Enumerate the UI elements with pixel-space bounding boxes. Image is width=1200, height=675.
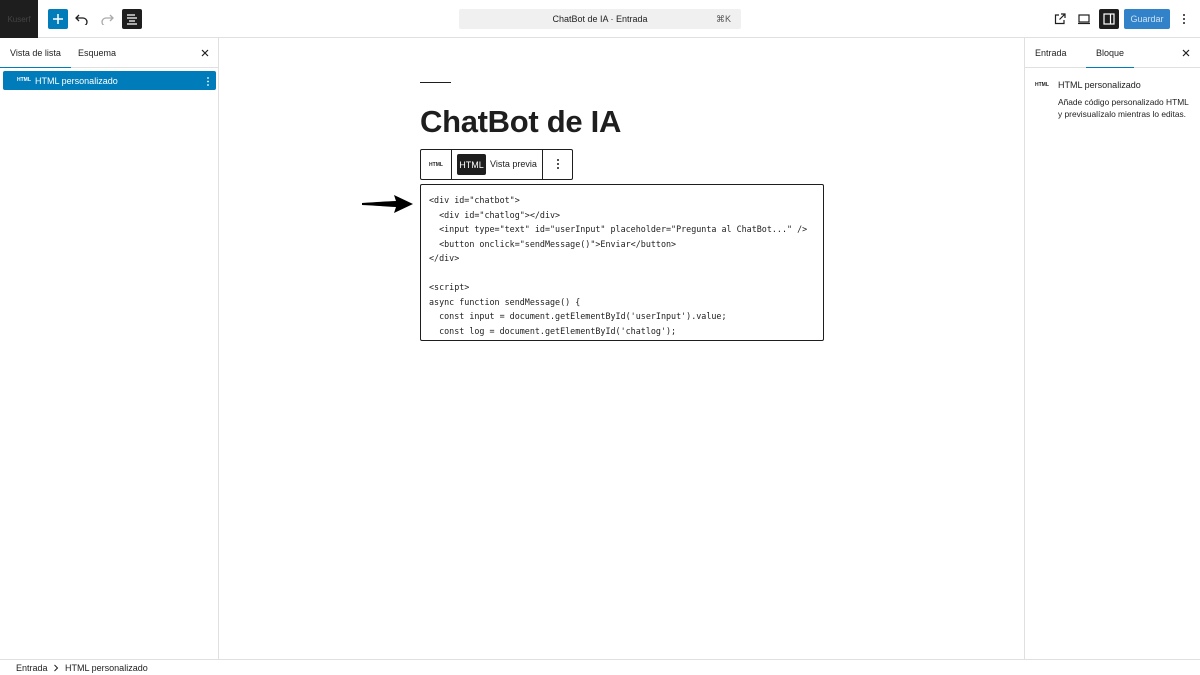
add-block-button[interactable]	[48, 9, 68, 29]
site-logo-text: Kuserf	[7, 14, 31, 24]
preview-mode-button[interactable]: Vista previa	[490, 159, 537, 169]
more-vertical-icon	[207, 77, 209, 86]
code-line: <script>	[429, 282, 470, 292]
html-block-icon: HTML	[17, 77, 31, 83]
breadcrumb-item-block[interactable]: HTML personalizado	[65, 663, 148, 673]
more-vertical-icon	[1183, 14, 1185, 24]
breadcrumb: Entrada HTML personalizado	[0, 659, 1200, 675]
code-line: <button onclick="sendMessage()">Enviar</…	[429, 239, 677, 249]
title-separator	[420, 82, 451, 83]
sidebar-icon	[1103, 13, 1115, 25]
desktop-icon	[1078, 14, 1090, 25]
save-button[interactable]: Guardar	[1124, 9, 1170, 29]
list-item-label: HTML personalizado	[35, 76, 118, 86]
external-link-icon	[1054, 13, 1066, 25]
tab-block[interactable]: Bloque	[1086, 38, 1135, 68]
html-code-editor[interactable]: <div id="chatbot"> <div id="chatlog"></d…	[420, 184, 824, 341]
command-palette-button[interactable]: ChatBot de IA · Entrada ⌘K	[459, 9, 741, 29]
list-item-options-button[interactable]	[206, 75, 210, 86]
block-card-description: Añade código personalizado HTML y previs…	[1058, 97, 1189, 119]
site-logo-button[interactable]: Kuserf	[0, 0, 38, 38]
more-vertical-icon	[557, 159, 559, 169]
view-post-button[interactable]	[1050, 9, 1070, 29]
arrow-pointer-icon	[362, 195, 413, 213]
close-sidebar-button[interactable]	[1179, 46, 1193, 60]
top-toolbar: Kuserf ChatBot de IA · Entrada ⌘K Guarda…	[0, 0, 1200, 38]
device-preview-button[interactable]	[1074, 9, 1094, 29]
code-line: </div>	[429, 253, 460, 263]
tab-post[interactable]: Entrada	[1035, 38, 1067, 68]
code-line: async function sendMessage() {	[429, 297, 581, 307]
close-overview-button[interactable]	[198, 46, 212, 60]
block-type-button[interactable]: HTML	[421, 150, 452, 179]
plus-icon	[53, 14, 63, 24]
block-options-button[interactable]	[552, 157, 564, 171]
list-view-icon	[127, 14, 137, 25]
settings-sidebar-button[interactable]	[1099, 9, 1119, 29]
settings-sidebar: Entrada Bloque HTML HTML personalizado A…	[1024, 38, 1200, 659]
tab-outline[interactable]: Esquema	[78, 38, 116, 68]
block-card-title: HTML personalizado	[1058, 80, 1141, 90]
html-mode-button[interactable]: HTML	[457, 154, 486, 175]
close-icon	[201, 49, 209, 57]
document-overview-panel: Vista de lista Esquema HTML HTML persona…	[0, 38, 219, 659]
code-line: <div id="chatbot">	[429, 195, 520, 205]
sidebar-tabs: Entrada Bloque	[1025, 38, 1200, 68]
undo-button[interactable]	[72, 9, 92, 29]
document-overview-button[interactable]	[122, 9, 142, 29]
tab-list-view[interactable]: Vista de lista	[0, 38, 71, 68]
code-line: <div id="chatlog"></div>	[429, 210, 561, 220]
close-icon	[1182, 49, 1190, 57]
options-menu-button[interactable]	[1176, 9, 1192, 29]
list-item-custom-html[interactable]: HTML HTML personalizado	[3, 71, 216, 90]
post-title[interactable]: ChatBot de IA	[420, 104, 621, 140]
overview-tabs: Vista de lista Esquema	[0, 38, 218, 68]
chevron-right-icon	[54, 664, 59, 672]
breadcrumb-item-post[interactable]: Entrada	[16, 663, 48, 673]
redo-button[interactable]	[97, 9, 117, 29]
editor-canvas: ChatBot de IA HTML HTML Vista previa <di…	[220, 38, 1024, 659]
document-title: ChatBot de IA · Entrada	[552, 14, 648, 24]
code-line: const input = document.getElementById('u…	[429, 311, 727, 321]
html-block-icon: HTML	[429, 161, 443, 168]
toolbar-divider	[542, 150, 543, 179]
code-line: <input type="text" id="userInput" placeh…	[429, 224, 808, 234]
undo-icon	[75, 14, 88, 25]
block-toolbar: HTML HTML Vista previa	[420, 149, 573, 180]
code-line: const log = document.getElementById('cha…	[429, 326, 677, 336]
redo-icon	[101, 14, 114, 25]
html-block-icon: HTML	[1035, 82, 1049, 88]
command-shortcut: ⌘K	[715, 14, 731, 24]
